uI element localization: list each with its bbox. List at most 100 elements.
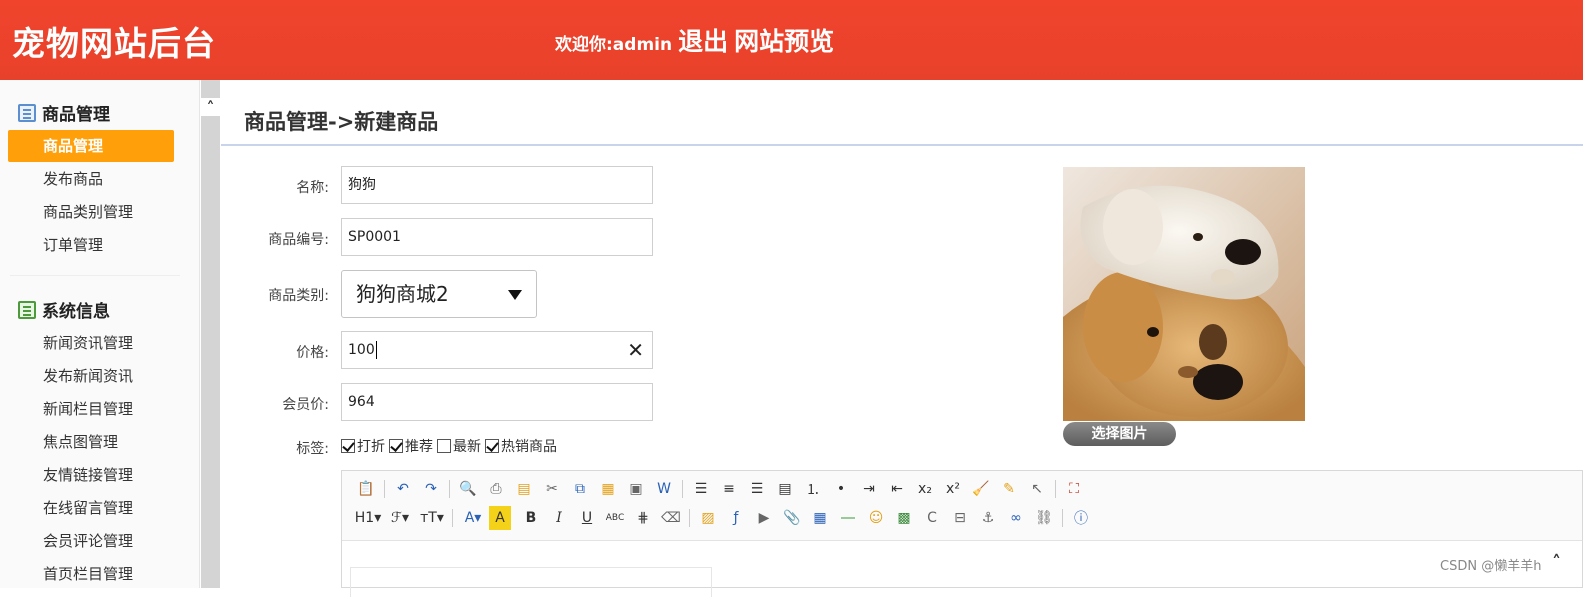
fullscreen-icon[interactable]: ⛶ — [1060, 477, 1088, 501]
rich-text-editor: 📋 ↶ ↷ 🔍 ⎙ ▤ ✂ ⧉ ▦ ▣ W ☰ ≡ ☰ ▤ ⒈ • ⇥ ⇤ x₂… — [341, 470, 1583, 597]
tag-discount[interactable]: 打折 — [341, 436, 385, 456]
remove-format-icon[interactable]: ⌫ — [657, 506, 685, 530]
select-all-icon[interactable]: ↖ — [1023, 477, 1051, 501]
price-input[interactable]: 100 ✕ — [341, 331, 653, 369]
page-break-icon[interactable]: ⊟ — [946, 506, 974, 530]
member-price-input[interactable]: 964 — [341, 383, 653, 421]
strikethrough-icon[interactable]: ABC — [601, 506, 629, 530]
sidebar-item-messages[interactable]: 在线留言管理 — [8, 492, 174, 524]
sidebar-item-publish-goods[interactable]: 发布商品 — [8, 163, 174, 195]
system-info-icon — [18, 300, 36, 319]
undo-icon[interactable]: ↶ — [389, 477, 417, 501]
unlink-icon[interactable]: ⛓ — [1030, 506, 1058, 530]
chevron-up-icon[interactable]: ˄ — [1552, 552, 1561, 573]
align-right-icon[interactable]: ☰ — [743, 477, 771, 501]
image-icon[interactable]: ▨ — [694, 506, 722, 530]
editor-content-area[interactable] — [350, 567, 712, 597]
tag-hot[interactable]: 热销商品 — [485, 436, 557, 456]
checkbox[interactable] — [389, 439, 403, 453]
member-price-label: 会员价: — [282, 397, 329, 413]
bold-icon[interactable]: B — [517, 506, 545, 530]
map-icon[interactable]: ▩ — [890, 506, 918, 530]
attachment-icon[interactable]: 📎 — [778, 506, 806, 530]
choose-image-button[interactable]: 选择图片 — [1063, 422, 1176, 446]
checkbox[interactable] — [485, 439, 499, 453]
ordered-list-icon[interactable]: ⒈ — [799, 477, 827, 501]
product-image — [1063, 167, 1305, 421]
font-family-icon[interactable]: ℱ▾ — [384, 506, 416, 530]
sidebar-item-news-column[interactable]: 新闻栏目管理 — [8, 393, 174, 425]
print-icon[interactable]: ⎙ — [482, 477, 510, 501]
paste-icon[interactable]: 📋 — [352, 477, 380, 501]
sidebar: 商品管理 商品管理 发布商品 商品类别管理 订单管理 系统信息 新闻资讯管理 发… — [0, 80, 200, 588]
group-goods-management[interactable]: 商品管理 — [18, 100, 110, 125]
template-icon[interactable]: ▤ — [510, 477, 538, 501]
paste-word-icon[interactable]: W — [650, 477, 678, 501]
font-size-label: тT — [420, 510, 437, 526]
preview-icon[interactable]: 🔍 — [454, 477, 482, 501]
site-preview-link[interactable]: 网站预览 — [734, 22, 834, 58]
media-icon[interactable]: ▶ — [750, 506, 778, 530]
underline-icon[interactable]: U — [573, 506, 601, 530]
align-left-icon[interactable]: ☰ — [687, 477, 715, 501]
sidebar-item-goods-management[interactable]: 商品管理 — [8, 130, 174, 162]
superscript-icon[interactable]: x² — [939, 477, 967, 501]
highlight-color-icon[interactable]: A — [489, 506, 511, 530]
chevron-up-icon[interactable]: ˄ — [201, 98, 220, 117]
tag-newest[interactable]: 最新 — [437, 436, 481, 456]
sidebar-item-friend-links[interactable]: 友情链接管理 — [8, 459, 174, 491]
outdent-icon[interactable]: ⇤ — [883, 477, 911, 501]
sidebar-scrollbar[interactable]: ˄ — [201, 80, 220, 588]
horizontal-rule-icon[interactable]: ― — [834, 506, 862, 530]
category-select[interactable]: 狗狗商城2 — [341, 270, 537, 318]
name-label: 名称: — [296, 180, 329, 196]
price-label: 价格: — [296, 345, 329, 361]
anchor-icon[interactable]: ⚓ — [974, 506, 1002, 530]
sidebar-item-category-management[interactable]: 商品类别管理 — [8, 196, 174, 228]
italic-icon[interactable]: I — [545, 506, 573, 530]
logout-link[interactable]: 退出 — [678, 22, 728, 58]
checkbox[interactable] — [437, 439, 451, 453]
sidebar-item-news-management[interactable]: 新闻资讯管理 — [8, 327, 174, 359]
copy-icon[interactable]: ⧉ — [566, 477, 594, 501]
tag-label: 热销商品 — [501, 439, 557, 455]
paste-plain-icon[interactable]: ▣ — [622, 477, 650, 501]
sidebar-item-focus-image[interactable]: 焦点图管理 — [8, 426, 174, 458]
strike-label: ABC — [605, 513, 625, 523]
indent-icon[interactable]: ⇥ — [855, 477, 883, 501]
heading-icon[interactable]: H1 ▾ — [352, 506, 384, 530]
toolbar-row-1: 📋 ↶ ↷ 🔍 ⎙ ▤ ✂ ⧉ ▦ ▣ W ☰ ≡ ☰ ▤ ⒈ • ⇥ ⇤ x₂… — [352, 477, 1088, 501]
sidebar-item-home-columns[interactable]: 首页栏目管理 — [8, 558, 174, 590]
toolbar-separator — [452, 509, 453, 527]
font-size-icon[interactable]: тT ▾ — [416, 506, 448, 530]
sidebar-item-publish-news[interactable]: 发布新闻资讯 — [8, 360, 174, 392]
code-icon[interactable]: C — [918, 506, 946, 530]
font-color-icon[interactable]: A▾ — [457, 506, 489, 530]
paste-text-icon[interactable]: ▦ — [594, 477, 622, 501]
line-height-icon[interactable]: ⋕ — [629, 506, 657, 530]
checkbox[interactable] — [341, 439, 355, 453]
clear-format-icon[interactable]: 🧹 — [967, 477, 995, 501]
clear-icon[interactable]: ✕ — [627, 332, 644, 368]
format-painter-icon[interactable]: ✎ — [995, 477, 1023, 501]
subscript-icon[interactable]: x₂ — [911, 477, 939, 501]
link-icon[interactable]: ∞ — [1002, 506, 1030, 530]
sidebar-item-member-comments[interactable]: 会员评论管理 — [8, 525, 174, 557]
title-divider — [221, 144, 1583, 146]
help-icon[interactable]: ⓘ — [1067, 506, 1095, 530]
align-center-icon[interactable]: ≡ — [715, 477, 743, 501]
emoticon-icon[interactable]: ☺ — [862, 506, 890, 530]
sidebar-item-order-management[interactable]: 订单管理 — [8, 229, 174, 261]
code-input[interactable]: SP0001 — [341, 218, 653, 256]
unordered-list-icon[interactable]: • — [827, 477, 855, 501]
redo-icon[interactable]: ↷ — [417, 477, 445, 501]
group-system-info[interactable]: 系统信息 — [18, 297, 110, 322]
align-justify-icon[interactable]: ▤ — [771, 477, 799, 501]
flash-icon[interactable]: ƒ — [722, 506, 750, 530]
dropdown-arrow-icon — [508, 290, 522, 300]
tag-recommend[interactable]: 推荐 — [389, 436, 433, 456]
name-input[interactable]: 狗狗 — [341, 166, 653, 204]
cut-icon[interactable]: ✂ — [538, 477, 566, 501]
toolbar-separator — [682, 480, 683, 498]
table-icon[interactable]: ▦ — [806, 506, 834, 530]
